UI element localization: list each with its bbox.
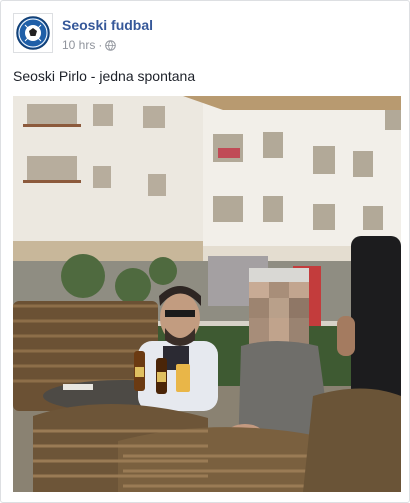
post-photo[interactable] [13, 96, 401, 492]
news-feed-post: Seoski fudbal 10 hrs · Seoski Pirlo - je… [0, 0, 410, 503]
post-header: Seoski fudbal 10 hrs · [13, 13, 393, 57]
cafe-terrace-photo-icon [13, 96, 401, 492]
post-meta: 10 hrs · [62, 38, 117, 52]
page-avatar[interactable] [13, 13, 53, 53]
post-timestamp[interactable]: 10 hrs [62, 38, 95, 52]
globe-icon[interactable] [105, 39, 117, 51]
football-club-logo-icon [16, 16, 50, 50]
post-text: Seoski Pirlo - jedna spontana [13, 68, 196, 84]
meta-separator: · [98, 38, 103, 52]
post-author-link[interactable]: Seoski fudbal [62, 17, 153, 33]
